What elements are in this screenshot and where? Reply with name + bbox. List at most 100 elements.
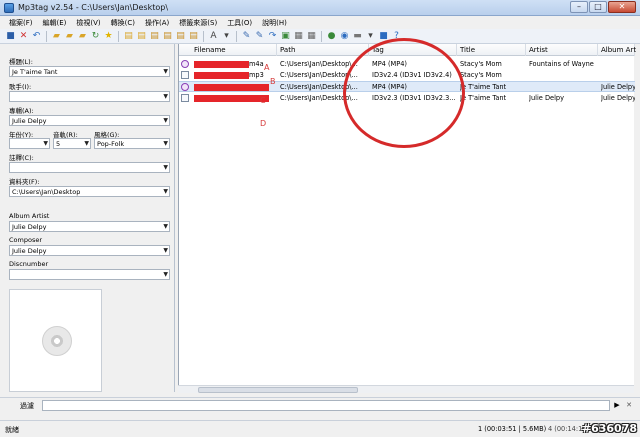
chevron-down-icon[interactable]: ▼ [84, 140, 89, 147]
title-cell: Je T'aime Tant [460, 83, 507, 91]
chevron-down-icon[interactable]: ▼ [163, 188, 168, 195]
annotation-a: A [264, 63, 270, 72]
title-label: 標題(L): [9, 58, 33, 66]
discnumber-field[interactable]: ▼ [9, 269, 170, 280]
genre-field[interactable]: Pop-Folk ▼ [94, 138, 170, 149]
track-value: 5 [56, 140, 61, 148]
edit-icon[interactable]: ✎ [241, 31, 252, 42]
scrollbar-thumb[interactable] [198, 387, 358, 393]
filter-close-icon[interactable]: ✕ [623, 400, 635, 411]
tag-tag-icon[interactable]: ▤ [175, 31, 186, 42]
folder-icon[interactable]: ▰ [77, 31, 88, 42]
menu-actions[interactable]: 操作(A) [140, 16, 174, 29]
filter-bar: 過濾 ▶ ✕ [0, 397, 640, 412]
save-icon[interactable]: ■ [5, 31, 16, 42]
mp3-file-icon [181, 94, 189, 102]
annotation-b: B [270, 77, 276, 86]
m4a-file-icon [181, 60, 189, 68]
text-tag-icon[interactable]: ▤ [162, 31, 173, 42]
selection-info: 1 (00:03:51 | 5.6MB) [478, 425, 547, 433]
column-artist[interactable]: Artist [526, 44, 598, 56]
chevron-down-icon[interactable]: ▼ [163, 140, 168, 147]
menu-edit[interactable]: 編輯(E) [38, 16, 72, 29]
redacted-filename [194, 61, 249, 68]
close-button[interactable]: ✕ [608, 1, 636, 13]
chevron-down-icon[interactable]: ▼ [163, 223, 168, 230]
annotation-c: C [260, 96, 266, 105]
title-cell: Stacy's Mom [460, 60, 502, 68]
globe-icon[interactable]: ◉ [339, 31, 350, 42]
options-icon[interactable]: ▦ [306, 31, 317, 42]
filename-cell: m4a [249, 60, 264, 68]
delete-icon[interactable]: ✕ [18, 31, 29, 42]
menu-tag-sources[interactable]: 標籤來源(S) [174, 16, 222, 29]
menu-view[interactable]: 檢視(V) [71, 16, 105, 29]
status-text: 就緒 [5, 426, 19, 434]
artist-field[interactable]: ▼ [9, 91, 170, 102]
mp3tag-app-icon [4, 3, 14, 13]
chevron-down-icon[interactable]: ▼ [163, 164, 168, 171]
add-folder-icon[interactable]: ▰ [64, 31, 75, 42]
tag-source-icon[interactable]: ▤ [123, 31, 134, 42]
album-artist-label: Album Artist [9, 212, 50, 220]
column-filename[interactable]: Filename [191, 44, 277, 56]
maximize-button[interactable]: □ [589, 1, 607, 13]
menu-file[interactable]: 檔案(F) [4, 16, 38, 29]
filter-apply-icon[interactable]: ▶ [612, 400, 622, 411]
chevron-down-icon[interactable]: ▼ [163, 271, 168, 278]
chevron-down-icon[interactable]: ▼ [163, 117, 168, 124]
window-controls: – □ ✕ [570, 1, 636, 13]
filename-tag-icon[interactable]: ▤ [136, 31, 147, 42]
directory-label: 資料夾(F): [9, 178, 40, 186]
column-album-artist[interactable]: Album Art [598, 44, 636, 56]
minimize-button[interactable]: – [570, 1, 588, 13]
web-source-icon[interactable]: ● [326, 31, 337, 42]
filename-cell: mp3 [249, 71, 264, 79]
directory-field[interactable]: C:\Users\Jan\Desktop ▼ [9, 186, 170, 197]
album-cover[interactable] [9, 289, 102, 392]
menu-tools[interactable]: 工具(O) [222, 16, 257, 29]
playlist-icon[interactable]: ▦ [293, 31, 304, 42]
refresh-icon[interactable]: ↻ [90, 31, 101, 42]
column-title[interactable]: Title [457, 44, 526, 56]
tool-icon[interactable]: ✎ [254, 31, 265, 42]
favorite-icon[interactable]: ★ [103, 31, 114, 42]
album-field[interactable]: Julie Delpy ▼ [9, 115, 170, 126]
dropdown-arrow-icon[interactable]: ▾ [365, 31, 376, 42]
filter-input[interactable] [42, 400, 610, 411]
toolbar-separator [321, 30, 322, 42]
title-cell: Stacy's Mom [460, 71, 502, 79]
album-artist-field[interactable]: Julie Delpy ▼ [9, 221, 170, 232]
tag-panel: 標題(L): Je T'aime Tant ▼ 歌手(I): ▼ 專輯(A): … [4, 44, 175, 392]
comment-field[interactable]: ▼ [9, 162, 170, 173]
artist-label: 歌手(I): [9, 83, 32, 91]
chevron-down-icon[interactable]: ▼ [163, 247, 168, 254]
chevron-down-icon[interactable]: ▼ [163, 68, 168, 75]
tag-filename-icon[interactable]: ▤ [149, 31, 160, 42]
case-conversion-icon[interactable]: A [208, 31, 219, 42]
horizontal-scrollbar[interactable] [178, 385, 634, 393]
dropdown-arrow-icon[interactable]: ▾ [221, 31, 232, 42]
menu-help[interactable]: 說明(H) [257, 16, 292, 29]
track-field[interactable]: 5 ▼ [53, 138, 91, 149]
chevron-down-icon[interactable]: ▼ [163, 93, 168, 100]
status-bar: 就緒 1 (00:03:51 | 5.6MB) 4 (00:14:1 #6360… [0, 420, 640, 437]
year-field[interactable]: ▼ [9, 138, 50, 149]
toolbar-separator [203, 30, 204, 42]
composer-field[interactable]: Julie Delpy ▼ [9, 245, 170, 256]
column-path[interactable]: Path [277, 44, 369, 56]
redacted-filename [194, 95, 269, 102]
chevron-down-icon[interactable]: ▼ [43, 140, 48, 147]
settings-icon[interactable]: ▬ [352, 31, 363, 42]
menu-convert[interactable]: 轉換(C) [106, 16, 140, 29]
composer-label: Composer [9, 236, 43, 244]
directory-value: C:\Users\Jan\Desktop [12, 188, 81, 196]
redo-icon[interactable]: ↷ [267, 31, 278, 42]
open-folder-icon[interactable]: ▰ [51, 31, 62, 42]
export-icon[interactable]: ▣ [280, 31, 291, 42]
title-bar: Mp3tag v2.54 - C:\Users\Jan\Desktop\ – □… [0, 0, 640, 16]
title-field[interactable]: Je T'aime Tant ▼ [9, 66, 170, 77]
undo-icon[interactable]: ↶ [31, 31, 42, 42]
artist-cell: Julie Delpy [529, 94, 564, 102]
autonumber-icon[interactable]: ▤ [188, 31, 199, 42]
